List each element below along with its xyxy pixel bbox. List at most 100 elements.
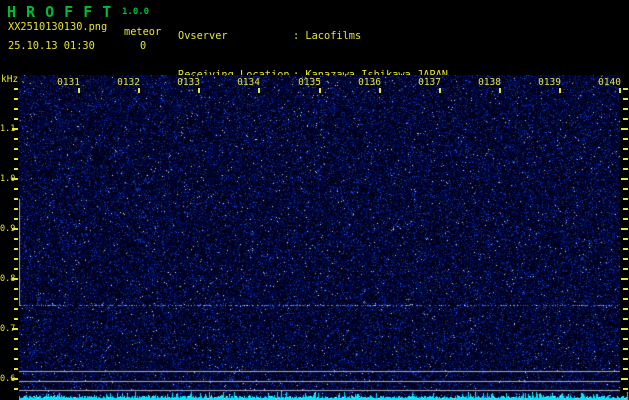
time-axis-tick [138,88,140,93]
freq-axis-tick-minor-right [623,98,628,100]
time-axis-label: 0133 [177,77,200,88]
app-title: H R O F F T [7,3,112,21]
time-axis-tick [619,88,621,93]
freq-axis-tick-minor [14,138,18,140]
freq-axis-tick-minor [14,348,18,350]
freq-axis-tick-minor-right [623,338,628,340]
time-axis-tick [258,88,260,93]
freq-axis-tick-minor [14,238,18,240]
freq-axis-tick-minor-right [623,238,628,240]
time-axis-label: 0134 [237,77,260,88]
freq-axis-tick-minor [14,98,18,100]
freq-axis-tick-minor-right [623,168,628,170]
freq-axis-tick-minor [14,388,18,390]
time-axis-label: 0132 [117,77,140,88]
output-filename: XX2510130130.png [8,21,108,33]
time-axis-tick [379,88,381,93]
time-axis-label: 0131 [57,77,80,88]
freq-axis-tick-minor-right [623,258,628,260]
freq-axis-tick-minor [14,248,18,250]
freq-axis-tick-minor-right [623,88,628,90]
time-axis-label: 0135 [298,77,321,88]
freq-axis-label: 1.0 [0,174,16,184]
freq-axis-tick-minor-right [623,298,628,300]
freq-axis-tick-minor [14,88,18,90]
freq-axis-tick-minor-right [623,108,628,110]
freq-axis-tick-major [12,178,18,180]
time-axis-tick [439,88,441,93]
freq-axis-tick-minor [14,218,18,220]
freq-axis-tick-minor [14,188,18,190]
freq-axis-tick-minor [14,258,18,260]
freq-axis-tick-minor [14,368,18,370]
time-axis-label: 0140 [598,77,621,88]
freq-axis-tick-minor-right [623,118,628,120]
info-value: Lacofilms [305,30,362,42]
spectrogram-canvas [19,75,629,400]
freq-axis-tick-minor-right [623,158,628,160]
freq-axis-tick-minor-right [623,388,628,390]
freq-axis-tick-minor-right [623,308,628,310]
freq-axis-tick-minor [14,318,18,320]
time-axis-tick [559,88,561,93]
freq-axis-tick-minor-right [623,348,628,350]
freq-axis-tick-minor [14,198,18,200]
hrofft-window: H R O F F T 1.0.0 XX2510130130.png meteo… [0,0,629,400]
freq-axis-tick-minor [14,118,18,120]
freq-axis-tick-major-right [621,178,628,180]
freq-axis-tick-minor-right [623,358,628,360]
time-axis-label: 0137 [418,77,441,88]
time-axis-label: 0139 [538,77,561,88]
freq-axis-label: 1.1 [0,124,16,134]
time-axis-label: 0138 [478,77,501,88]
freq-axis-tick-major [12,278,18,280]
freq-axis-tick-major-right [621,378,628,380]
freq-axis-tick-minor-right [623,218,628,220]
freq-axis-tick-major [12,378,18,380]
time-axis-tick [319,88,321,93]
freq-axis-tick-minor-right [623,368,628,370]
freq-axis-tick-major-right [621,328,628,330]
colon: : [293,30,306,42]
freq-axis-tick-minor [14,298,18,300]
freq-axis-tick-minor [14,158,18,160]
freq-axis-label: 0.6 [0,374,16,384]
freq-axis-tick-major [12,328,18,330]
freq-axis-tick-minor [14,108,18,110]
freq-axis-tick-minor-right [623,248,628,250]
time-axis-label: 0136 [358,77,381,88]
freq-axis-tick-minor-right [623,188,628,190]
freq-axis-tick-minor-right [623,288,628,290]
freq-axis-tick-minor [14,168,18,170]
freq-axis-tick-major-right [621,278,628,280]
freq-axis-tick-minor [14,208,18,210]
freq-axis-tick-minor [14,268,18,270]
time-axis-tick [198,88,200,93]
freq-axis-tick-minor-right [623,138,628,140]
info-label: Ovserver [178,30,228,42]
freq-axis-tick-major [12,128,18,130]
freq-axis-tick-minor-right [623,268,628,270]
info-row-observer: Ovserver: Lacofilms [178,30,448,43]
freq-axis-label: 0.8 [0,274,16,284]
freq-axis-tick-minor [14,358,18,360]
freq-axis-tick-major [12,228,18,230]
meteor-count: 0 [140,40,147,52]
freq-axis-tick-minor [14,288,18,290]
timestamp: 25.10.13 01:30 [8,40,95,52]
app-version: 1.0.0 [122,7,150,17]
freq-axis-unit-label: kHz [1,74,19,85]
time-axis-tick [499,88,501,93]
freq-axis-label: 0.9 [0,224,16,234]
mode-label: meteor [124,26,162,38]
freq-axis-tick-minor-right [623,198,628,200]
freq-axis-label: 0.7 [0,324,16,334]
freq-axis-tick-minor-right [623,318,628,320]
time-axis-tick [78,88,80,93]
freq-axis-tick-minor [14,308,18,310]
freq-axis-tick-minor-right [623,208,628,210]
freq-axis-tick-major-right [621,128,628,130]
freq-axis-tick-minor [14,338,18,340]
freq-axis-tick-minor [14,148,18,150]
freq-axis-tick-minor-right [623,148,628,150]
